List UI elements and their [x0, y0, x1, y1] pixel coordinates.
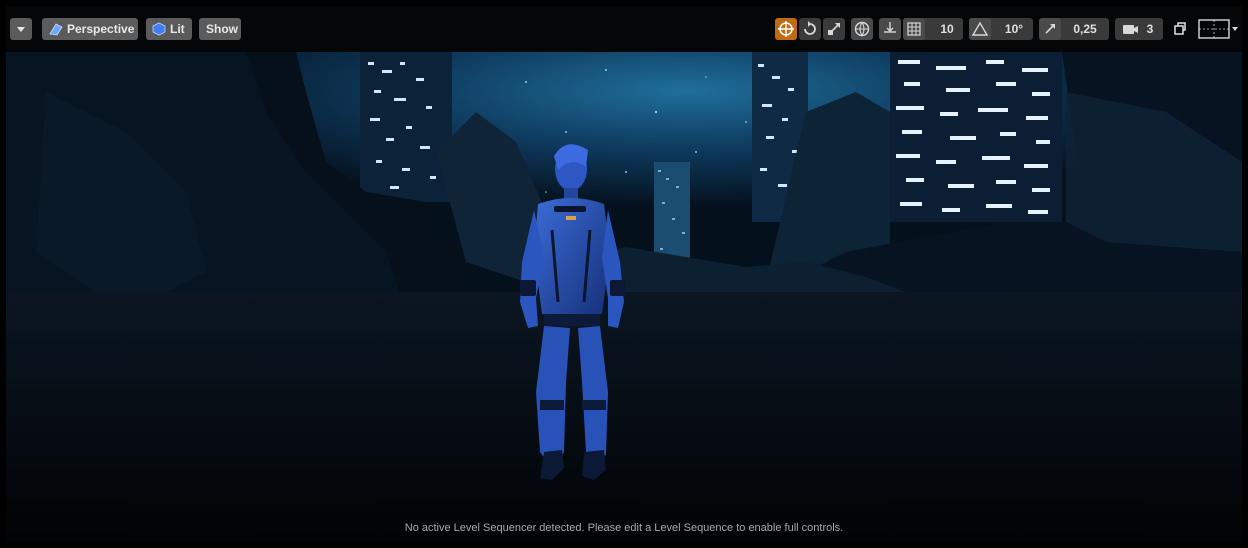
- left-tower: [360, 52, 452, 202]
- layout-icon: [1198, 19, 1238, 39]
- perspective-button[interactable]: Perspective: [42, 18, 138, 40]
- viewport-toolbar: Perspective Lit Show 10 10° 0,25 3: [6, 6, 1242, 52]
- chevron-down-icon: [17, 27, 25, 32]
- rotation-snap-toggle[interactable]: [969, 18, 991, 40]
- scale-tool-button[interactable]: [823, 18, 845, 40]
- grid-snap-toggle[interactable]: [903, 18, 925, 40]
- scale-icon: [828, 23, 840, 35]
- surface-snap-button[interactable]: [879, 18, 901, 40]
- level-viewport[interactable]: Perspective Lit Show 10 10° 0,25 3 No ac…: [6, 6, 1242, 542]
- rotate-tool-button[interactable]: [799, 18, 821, 40]
- scale-snap-toggle[interactable]: [1039, 18, 1061, 40]
- maximize-viewport-button[interactable]: [1169, 18, 1191, 40]
- world-local-toggle-button[interactable]: [851, 18, 873, 40]
- camera-speed-value[interactable]: 3: [1141, 18, 1159, 40]
- show-label: Show: [206, 22, 238, 36]
- viewport-layout-button[interactable]: [1197, 18, 1239, 40]
- right-tower: [890, 52, 1062, 222]
- viewport-options-button[interactable]: [10, 18, 32, 40]
- grid-snap-value[interactable]: 10: [935, 18, 959, 40]
- scale-snap-icon: [1045, 24, 1055, 34]
- restore-window-icon: [1174, 22, 1186, 35]
- lit-button[interactable]: Lit: [146, 18, 192, 40]
- translate-tool-button[interactable]: [775, 18, 797, 40]
- scene-render[interactable]: [6, 52, 1242, 542]
- perspective-icon: [49, 23, 63, 36]
- camera-icon: [1123, 25, 1138, 34]
- lit-label: Lit: [170, 22, 185, 36]
- perspective-label: Perspective: [67, 22, 135, 36]
- surface-snap-icon: [884, 22, 896, 33]
- translate-icon: [778, 21, 794, 37]
- rotation-snap-value[interactable]: 10°: [999, 18, 1029, 40]
- show-button[interactable]: Show: [199, 18, 241, 40]
- scale-snap-value[interactable]: 0,25: [1067, 18, 1103, 40]
- ground: [6, 292, 1242, 542]
- globe-icon: [854, 21, 870, 37]
- sequencer-status-message: No active Level Sequencer detected. Plea…: [404, 522, 844, 534]
- grid-icon: [907, 22, 921, 36]
- angle-icon: [971, 21, 989, 36]
- lit-sphere-icon: [152, 22, 166, 36]
- rotate-icon: [804, 21, 816, 35]
